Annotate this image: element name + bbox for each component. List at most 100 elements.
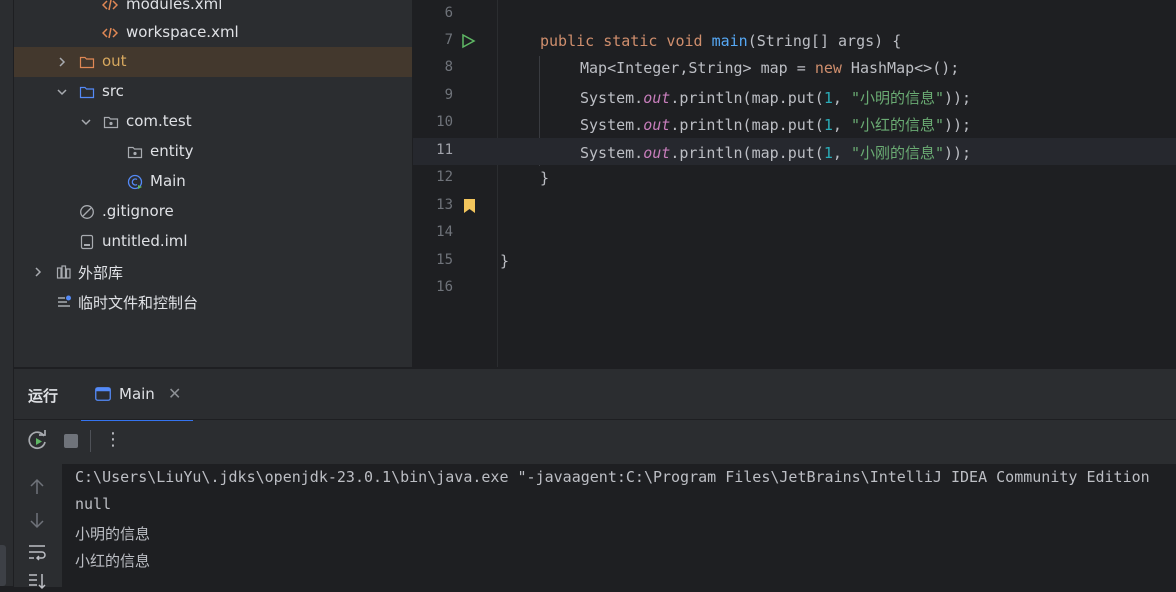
tree-item-gitignore[interactable]: .gitignore (14, 197, 412, 227)
code-static-field: out (643, 89, 671, 107)
tree-item-main[interactable]: Main (14, 167, 412, 197)
line-number: 10 (436, 114, 453, 130)
code-text: public static void main(String[] args) { (540, 32, 901, 50)
console-line: 小红的信息 (75, 552, 151, 570)
tree-item-external-libraries[interactable]: 外部库 (14, 257, 412, 287)
code-plain: , (832, 144, 851, 162)
code-plain: (String[] args) { (747, 32, 902, 50)
code-text: System.out.println(map.put(1, "小刚的信息")); (580, 142, 971, 163)
console-window-icon (95, 387, 111, 401)
code-editor[interactable]: 6 7 public static void main(String[] arg… (413, 0, 1176, 367)
source-folder-icon (79, 86, 95, 99)
tree-item-src[interactable]: src (14, 77, 412, 107)
chevron-right-icon[interactable] (30, 264, 46, 280)
code-text: System.out.println(map.put(1, "小红的信息")); (580, 114, 971, 135)
code-string: "小红的信息" (850, 116, 944, 134)
package-icon (127, 146, 143, 159)
code-line[interactable]: 12 } (413, 165, 1176, 192)
tree-item-modules-xml[interactable]: modules.xml (14, 0, 412, 20)
code-plain: .println(map.put( (670, 89, 824, 107)
code-plain: .println(map.put( (670, 144, 824, 162)
rerun-icon[interactable] (26, 429, 50, 453)
chevron-down-icon[interactable] (54, 84, 70, 100)
line-number: 9 (444, 87, 453, 103)
code-line-current[interactable]: 11 System.out.println(map.put(1, "小刚的信息"… (413, 138, 1176, 165)
code-line[interactable]: 7 public static void main(String[] args)… (413, 28, 1176, 55)
code-plain: )); (944, 144, 972, 162)
tool-strip-marker[interactable] (0, 545, 6, 586)
code-function: main (711, 32, 748, 50)
soft-wrap-icon[interactable] (26, 541, 48, 563)
code-plain: System. (580, 89, 644, 107)
xml-file-icon (102, 0, 118, 11)
code-line[interactable]: 8 Map<Integer,String> map = new HashMap<… (413, 55, 1176, 82)
toolbar-separator (90, 430, 91, 452)
code-plain: )); (944, 89, 972, 107)
project-tree: modules.xml workspace.xml out src com.te… (14, 0, 412, 367)
tree-item-workspace-xml[interactable]: workspace.xml (14, 18, 412, 48)
bookmark-icon[interactable] (462, 198, 478, 214)
code-line[interactable]: 10 System.out.println(map.put(1, "小红的信息"… (413, 110, 1176, 137)
console-output[interactable]: C:\Users\LiuYu\.jdks\openjdk-23.0.1\bin\… (62, 464, 1176, 587)
tree-item-scratches[interactable]: 临时文件和控制台 (14, 287, 412, 317)
package-icon (103, 116, 119, 129)
left-tool-strip (0, 0, 14, 586)
tree-item-label: .gitignore (102, 202, 174, 220)
tree-item-label: untitled.iml (102, 232, 188, 250)
line-number: 13 (436, 197, 453, 213)
tree-item-out[interactable]: out (14, 47, 412, 77)
code-string: "小刚的信息" (850, 144, 944, 162)
line-number: 14 (436, 224, 453, 240)
scroll-to-end-icon[interactable] (26, 570, 48, 592)
console-line: C:\Users\LiuYu\.jdks\openjdk-23.0.1\bin\… (75, 468, 1150, 486)
arrow-down-icon[interactable] (26, 509, 48, 531)
more-options-icon[interactable]: ⋮ (104, 429, 122, 450)
code-plain: )); (944, 116, 972, 134)
chevron-down-icon[interactable] (78, 114, 94, 130)
line-number: 15 (436, 252, 453, 268)
code-plain: HashMap<>(); (841, 59, 960, 77)
library-icon (56, 265, 71, 279)
code-plain: , (832, 116, 851, 134)
line-number: 16 (436, 279, 453, 295)
xml-file-icon (102, 27, 118, 39)
stop-icon[interactable] (59, 429, 83, 453)
code-plain: System. (580, 144, 644, 162)
line-number: 8 (444, 59, 453, 75)
tree-item-label: workspace.xml (126, 23, 239, 41)
tab-main-run[interactable]: Main ✕ (81, 369, 193, 421)
line-number: 11 (436, 142, 453, 158)
folder-icon (79, 56, 95, 69)
tree-item-entity[interactable]: entity (14, 137, 412, 167)
code-plain: , (832, 89, 851, 107)
code-text: Map<Integer,String> map = new HashMap<>(… (580, 59, 959, 77)
tree-item-com-test[interactable]: com.test (14, 107, 412, 137)
code-plain: System. (580, 116, 644, 134)
console-line: null (75, 495, 112, 513)
run-panel-title: 运行 (28, 387, 59, 405)
toolbar-divider (14, 419, 1176, 420)
code-line[interactable]: 14 (413, 220, 1176, 247)
code-number: 1 (823, 144, 833, 162)
code-line[interactable]: 16 (413, 275, 1176, 302)
code-line[interactable]: 9 System.out.println(map.put(1, "小明的信息")… (413, 83, 1176, 110)
chevron-right-icon[interactable] (54, 54, 70, 70)
close-icon[interactable]: ✕ (168, 384, 181, 403)
tab-label: Main (119, 385, 155, 403)
line-number: 6 (444, 5, 453, 21)
arrow-up-icon[interactable] (26, 476, 48, 498)
ignore-file-icon (80, 205, 94, 219)
tree-item-label: src (102, 82, 124, 100)
tree-item-label: out (102, 52, 127, 70)
code-line[interactable]: 13 (413, 193, 1176, 220)
tree-item-untitled-iml[interactable]: untitled.iml (14, 227, 412, 257)
code-line[interactable]: 15 } (413, 248, 1176, 275)
tree-item-label: modules.xml (126, 0, 223, 13)
code-line[interactable]: 6 (413, 1, 1176, 28)
tree-item-label: com.test (126, 112, 192, 130)
run-gutter-icon[interactable] (460, 33, 476, 49)
code-text: } (500, 252, 510, 270)
java-class-icon (127, 174, 143, 190)
code-plain: .println(map.put( (670, 116, 824, 134)
code-plain: Map<Integer,String> map = (580, 59, 815, 77)
